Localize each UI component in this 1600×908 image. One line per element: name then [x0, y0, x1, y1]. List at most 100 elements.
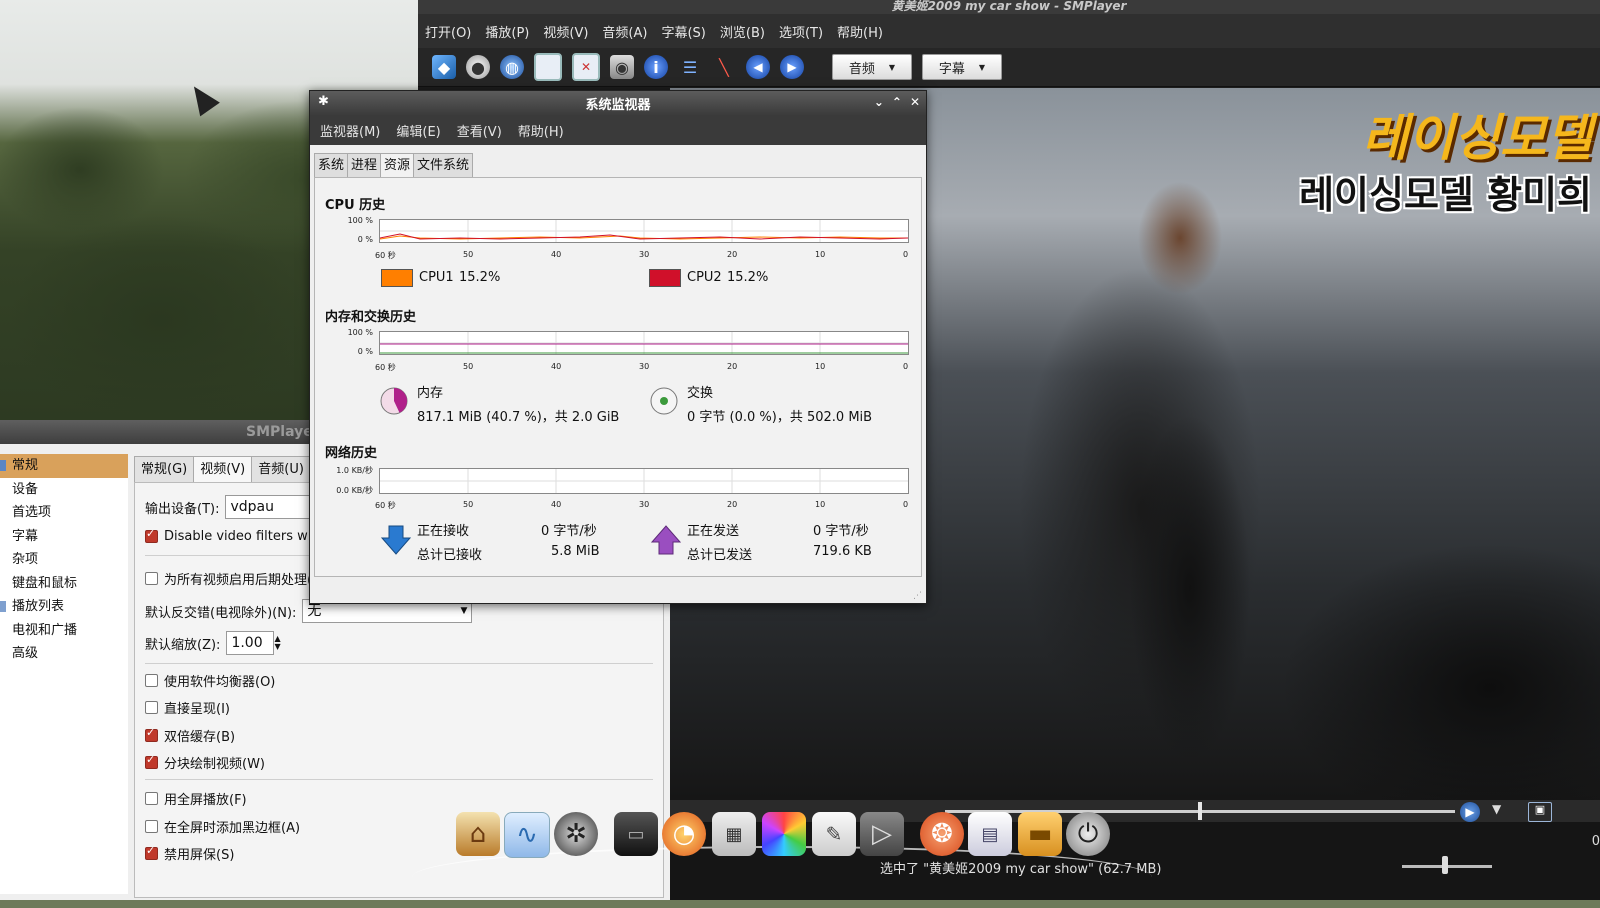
swap-pie-icon[interactable] — [649, 386, 679, 416]
sending-value: 0 字节/秒 — [813, 524, 869, 539]
black-borders-checkbox[interactable] — [145, 820, 158, 833]
sidebar-item-devices[interactable]: 设备 — [0, 478, 128, 502]
option-label: 禁用屏保(S) — [164, 848, 235, 863]
total-received-value: 5.8 MiB — [551, 544, 600, 559]
sidebar-item-misc[interactable]: 杂项 — [0, 548, 128, 572]
menu-monitor[interactable]: 监视器(M) — [320, 121, 380, 140]
audio-combo[interactable]: 音频 ▼ — [832, 54, 912, 80]
postprocess-checkbox[interactable] — [145, 572, 158, 585]
network-history-title: 网络历史 — [325, 446, 378, 461]
minimize-icon[interactable]: ⌄ — [874, 95, 884, 109]
camera-icon[interactable]: ◉ — [610, 55, 634, 79]
previous-icon[interactable]: ◀ — [746, 55, 770, 79]
menu-edit[interactable]: 编辑(E) — [396, 121, 440, 140]
cpu2-color-swatch[interactable] — [649, 269, 681, 287]
globe-icon[interactable]: ◍ — [500, 55, 524, 79]
tools-icon[interactable]: ╲ — [712, 55, 736, 79]
firefox-icon[interactable]: ◔ — [662, 812, 706, 856]
cpu-history-title: CPU 历史 — [325, 198, 386, 213]
x-tick: 30 — [639, 362, 650, 371]
fullscreen-icon[interactable]: ✕ — [572, 53, 600, 81]
info-icon[interactable]: i — [644, 55, 668, 79]
tab-resources[interactable]: 资源 — [380, 153, 415, 179]
menu-play[interactable]: 播放(P) — [484, 20, 530, 43]
fullscreen-checkbox[interactable] — [145, 792, 158, 805]
option-row[interactable]: 禁用屏保(S) — [145, 844, 234, 863]
disc-icon[interactable]: ● — [466, 55, 490, 79]
close-icon[interactable]: ✕ — [910, 95, 920, 109]
upload-arrow-icon[interactable] — [651, 524, 681, 556]
disable-filters-checkbox[interactable] — [145, 527, 158, 543]
disable-filters-row[interactable]: Disable video filters w — [145, 527, 308, 544]
menu-help[interactable]: 帮助(H) — [836, 20, 884, 43]
text-editor-icon[interactable]: ✎ — [812, 812, 856, 856]
tab-video[interactable]: 视频(V) — [193, 456, 253, 483]
film-reel-icon[interactable]: ✲ — [554, 812, 598, 856]
seek-handle[interactable] — [1198, 802, 1202, 820]
x-tick: 30 — [639, 500, 650, 509]
slices-checkbox[interactable] — [145, 753, 158, 769]
tab-general[interactable]: 常规(G) — [134, 456, 195, 483]
option-label: 直接呈现(I) — [164, 702, 230, 717]
cpu1-color-swatch[interactable] — [381, 269, 413, 287]
fullscreen-toggle-icon[interactable]: ▣ — [1528, 802, 1552, 822]
color-picker-icon[interactable] — [762, 812, 806, 856]
sidebar-item-subtitles[interactable]: 字幕 — [0, 525, 128, 549]
forward-icon[interactable]: ▶ — [1460, 802, 1480, 822]
tab-audio[interactable]: 音频(U) — [251, 456, 311, 483]
sidebar-item-general[interactable]: 常规 — [0, 454, 128, 478]
calculator-icon[interactable]: ▦ — [712, 812, 756, 856]
x-tick: 60 秒 — [375, 363, 396, 372]
sidebar-item-keyboard-mouse[interactable]: 键盘和鼠标 — [0, 572, 128, 596]
subtitle-combo[interactable]: 字幕 ▼ — [922, 54, 1002, 80]
eraser-icon[interactable]: ◆ — [432, 55, 456, 79]
menu-video[interactable]: 视频(V) — [542, 20, 589, 43]
power-icon[interactable]: ⏻ — [1066, 812, 1110, 856]
menu-subtitles[interactable]: 字幕(S) — [660, 20, 706, 43]
volume-handle[interactable] — [1442, 856, 1448, 874]
ubuntu-icon[interactable]: ❂ — [920, 812, 964, 856]
postprocess-row[interactable]: 为所有视频启用后期处理( — [145, 569, 312, 588]
option-row[interactable]: 用全屏播放(F) — [145, 789, 247, 808]
option-row[interactable]: 分块绘制视频(W) — [145, 753, 265, 772]
tab-filesystems[interactable]: 文件系统 — [413, 153, 474, 179]
chevron-down-icon[interactable]: ▼ — [1492, 802, 1501, 816]
sidebar-item-advanced[interactable]: 高级 — [0, 642, 128, 666]
tab-processes[interactable]: 进程 — [347, 153, 382, 179]
disable-screensaver-checkbox[interactable] — [145, 844, 158, 860]
playlist-icon[interactable]: ☰ — [678, 55, 702, 79]
folder-icon[interactable]: ▬ — [1018, 812, 1062, 856]
option-row[interactable]: 在全屏时添加黑边框(A) — [145, 817, 300, 836]
double-buffer-checkbox[interactable] — [145, 726, 158, 742]
sidebar-item-playlist[interactable]: 播放列表 — [0, 595, 128, 619]
spreadsheet-icon[interactable]: ▤ — [968, 812, 1012, 856]
zoom-spinbox[interactable]: 1.00 — [226, 631, 275, 655]
sidebar-item-tv[interactable]: 电视和广播 — [0, 619, 128, 643]
sidebar-item-preferences[interactable]: 首选项 — [0, 501, 128, 525]
option-row[interactable]: 直接呈现(I) — [145, 698, 230, 717]
home-icon[interactable]: ⌂ — [456, 812, 500, 856]
memory-label: 内存 — [417, 386, 444, 401]
resize-grip-icon[interactable]: ⋰ — [913, 591, 922, 601]
maximize-icon[interactable]: ⌃ — [892, 95, 902, 109]
menu-help[interactable]: 帮助(H) — [518, 121, 564, 140]
next-icon[interactable]: ▶ — [780, 55, 804, 79]
menu-browse[interactable]: 浏览(B) — [719, 20, 766, 43]
direct-render-checkbox[interactable] — [145, 701, 158, 714]
menu-open[interactable]: 打开(O) — [424, 20, 472, 43]
window-icon[interactable] — [534, 53, 562, 81]
memory-pie-icon[interactable] — [379, 386, 409, 416]
menu-view[interactable]: 查看(V) — [457, 121, 502, 140]
menu-audio[interactable]: 音频(A) — [601, 20, 648, 43]
spin-arrows-icon[interactable]: ▲ ▼ — [274, 635, 280, 651]
media-player-icon[interactable]: ▷ — [860, 812, 904, 856]
tab-system[interactable]: 系统 — [314, 153, 349, 179]
menu-options[interactable]: 选项(T) — [778, 20, 824, 43]
system-monitor-icon[interactable]: ∿ — [504, 812, 550, 858]
download-arrow-icon[interactable] — [381, 524, 411, 556]
screen-icon[interactable]: ▭ — [614, 812, 658, 856]
option-row[interactable]: 使用软件均衡器(O) — [145, 671, 275, 690]
option-row[interactable]: 双倍缓存(B) — [145, 726, 235, 745]
software-eq-checkbox[interactable] — [145, 674, 158, 687]
total-sent-label: 总计已发送 — [687, 548, 753, 563]
